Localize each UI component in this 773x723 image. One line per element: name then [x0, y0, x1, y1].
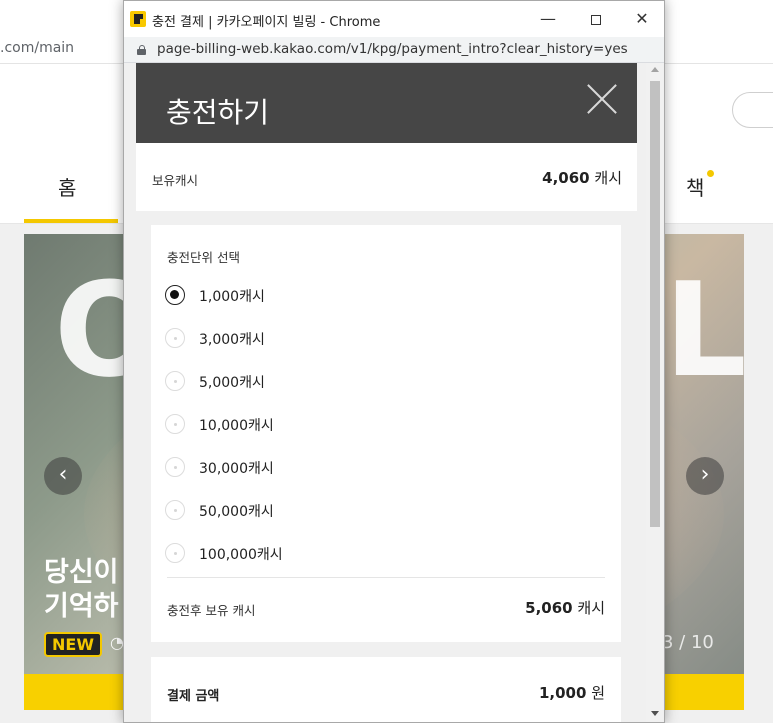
billing-content: 충전하기 보유캐시 4,060 캐시 충전단위 선택 1,000캐시 3,000… — [124, 63, 664, 722]
charge-option-10000[interactable]: 10,000캐시 — [165, 412, 465, 436]
charge-option-3000[interactable]: 3,000캐시 — [165, 326, 465, 350]
payment-unit: 원 — [591, 684, 605, 702]
window-title: 충전 결제 | 카카오페이지 빌링 - Chrome — [152, 15, 381, 30]
banner-title: 당신이 기억하 — [44, 556, 134, 624]
charge-option-label: 3,000캐시 — [199, 332, 265, 348]
payment-label: 결제 금액 — [167, 689, 220, 704]
new-badge: NEW — [44, 632, 102, 657]
page-title: 충전하기 — [166, 96, 270, 129]
charge-unit-label: 충전단위 선택 — [167, 250, 240, 265]
divider — [167, 577, 605, 578]
scroll-up-arrow-icon[interactable] — [651, 67, 659, 72]
banner-next-arrow-icon[interactable]: › — [686, 457, 724, 495]
banner-title-line-1: 당신이 — [44, 557, 119, 588]
scrollbar[interactable] — [646, 63, 663, 722]
balance-amount: 4,060 — [542, 169, 590, 187]
banner-prev-arrow-icon[interactable]: ‹ — [44, 457, 82, 495]
charge-unit-section: 충전단위 선택 1,000캐시 3,000캐시 5,000캐시 10,000캐시… — [151, 225, 621, 642]
after-charge-amount: 5,060 — [525, 599, 573, 617]
balance-section: 보유캐시 4,060 캐시 — [136, 143, 637, 211]
background-tab-book[interactable]: 책 — [686, 172, 704, 201]
radio-selected-icon[interactable] — [165, 285, 185, 305]
radio-icon[interactable] — [165, 371, 185, 391]
charge-option-30000[interactable]: 30,000캐시 — [165, 455, 465, 479]
billing-popup-window: 충전 결제 | 카카오페이지 빌링 - Chrome — ✕ page-bill… — [123, 0, 665, 723]
after-charge-label: 충전후 보유 캐시 — [167, 603, 256, 618]
charge-option-label: 30,000캐시 — [199, 461, 274, 477]
background-tab-underline — [24, 219, 118, 223]
after-charge-unit: 캐시 — [577, 599, 605, 617]
radio-icon[interactable] — [165, 414, 185, 434]
charge-option-label: 100,000캐시 — [199, 547, 283, 563]
charge-option-label: 1,000캐시 — [199, 289, 265, 305]
payment-amount: 1,000 — [538, 684, 587, 702]
radio-icon[interactable] — [165, 500, 185, 520]
radio-icon[interactable] — [165, 543, 185, 563]
clock-icon: ◔ — [110, 633, 124, 652]
charge-option-label: 5,000캐시 — [199, 375, 265, 391]
payment-value: 1,000 원 — [539, 682, 605, 703]
lock-icon — [137, 45, 146, 55]
after-charge-value: 5,060 캐시 — [525, 597, 605, 618]
banner-big-text-right: L — [664, 254, 744, 406]
charge-header: 충전하기 — [136, 63, 637, 143]
balance-label: 보유캐시 — [152, 173, 199, 188]
payment-section: 결제 금액 1,000 원 — [151, 657, 621, 722]
charge-option-label: 50,000캐시 — [199, 504, 274, 520]
new-dot-icon — [707, 170, 714, 177]
banner-pager: 3 / 10 — [662, 632, 714, 653]
minimize-icon[interactable]: — — [528, 5, 568, 33]
background-tab-home[interactable]: 홈 — [58, 172, 76, 201]
close-icon[interactable] — [586, 83, 618, 115]
banner-title-line-2: 기억하 — [44, 591, 119, 622]
background-url: .com/main — [0, 40, 75, 56]
maximize-icon[interactable] — [576, 5, 616, 33]
address-bar[interactable]: page-billing-web.kakao.com/v1/kpg/paymen… — [124, 37, 664, 63]
charge-option-label: 10,000캐시 — [199, 418, 274, 434]
charge-option-50000[interactable]: 50,000캐시 — [165, 498, 465, 522]
charge-option-1000[interactable]: 1,000캐시 — [165, 283, 465, 307]
window-titlebar[interactable]: 충전 결제 | 카카오페이지 빌링 - Chrome — ✕ — [124, 1, 664, 37]
balance-value: 4,060 캐시 — [542, 167, 622, 188]
charge-option-5000[interactable]: 5,000캐시 — [165, 369, 465, 393]
address-url: page-billing-web.kakao.com/v1/kpg/paymen… — [157, 41, 628, 57]
radio-icon[interactable] — [165, 328, 185, 348]
scroll-down-arrow-icon[interactable] — [651, 711, 659, 716]
kakaopage-app-icon — [130, 11, 146, 27]
radio-icon[interactable] — [165, 457, 185, 477]
scroll-thumb[interactable] — [650, 81, 660, 527]
background-search-box[interactable] — [732, 92, 773, 128]
charge-option-100000[interactable]: 100,000캐시 — [165, 541, 465, 565]
balance-unit: 캐시 — [594, 169, 622, 187]
window-close-icon[interactable]: ✕ — [622, 5, 662, 33]
